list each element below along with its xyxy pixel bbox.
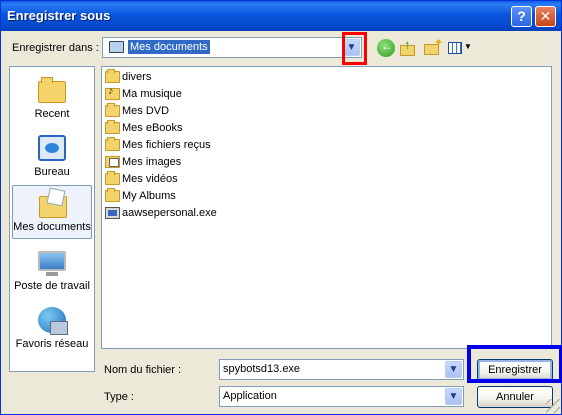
back-icon[interactable]: ← bbox=[377, 39, 395, 57]
filetype-label: Type : bbox=[104, 391, 134, 403]
cancel-button[interactable]: Annuler bbox=[477, 386, 553, 408]
place-mes-documents[interactable]: Mes documents bbox=[12, 185, 92, 239]
file-name: Mes DVD bbox=[122, 105, 170, 117]
folder-icon bbox=[105, 137, 120, 151]
file-name: divers bbox=[122, 71, 152, 83]
folder-icon bbox=[105, 171, 120, 185]
filetype-select[interactable]: Application ▼ bbox=[219, 386, 464, 407]
places-bar: Recent Bureau Mes documents Poste de tra… bbox=[9, 66, 95, 372]
file-name: Mes vidéos bbox=[122, 173, 178, 185]
place-recent[interactable]: Recent bbox=[12, 73, 92, 127]
up-folder-icon[interactable]: ↑ bbox=[399, 37, 417, 57]
exe-file-icon bbox=[105, 207, 120, 219]
place-label: Bureau bbox=[34, 166, 70, 178]
chevron-down-icon[interactable]: ▼ bbox=[445, 361, 462, 378]
filetype-value: Application bbox=[223, 390, 277, 402]
save-as-dialog: Enregistrer sous ? ✕ Enregistrer dans : … bbox=[0, 0, 562, 415]
images-folder-icon bbox=[105, 156, 120, 168]
resize-grip[interactable] bbox=[546, 399, 560, 413]
folder-icon bbox=[105, 69, 120, 83]
filename-value: spybotsd13.exe bbox=[223, 363, 301, 375]
lookin-value: Mes documents bbox=[128, 40, 210, 54]
save-highlight-box bbox=[467, 345, 562, 383]
place-label: Favoris réseau bbox=[15, 338, 89, 350]
my-documents-icon bbox=[109, 41, 124, 53]
help-button[interactable]: ? bbox=[511, 6, 532, 27]
folder-icon bbox=[105, 188, 120, 202]
file-name: Mes fichiers reçus bbox=[122, 139, 211, 151]
new-folder-icon[interactable]: ✦ bbox=[423, 37, 443, 57]
place-favoris-reseau[interactable]: Favoris réseau bbox=[12, 303, 92, 357]
file-name: Ma musique bbox=[122, 88, 182, 100]
folder-icon bbox=[105, 103, 120, 117]
desktop-icon bbox=[38, 135, 66, 161]
window-title: Enregistrer sous bbox=[7, 8, 111, 23]
folder-icon bbox=[105, 120, 120, 134]
lookin-label: Enregistrer dans : bbox=[12, 42, 99, 54]
place-bureau[interactable]: Bureau bbox=[12, 131, 92, 185]
close-button[interactable]: ✕ bbox=[535, 6, 556, 27]
my-documents-icon bbox=[39, 196, 67, 218]
place-label: Recent bbox=[34, 108, 70, 120]
place-label: Mes documents bbox=[13, 221, 91, 233]
filename-label: Nom du fichier : bbox=[104, 364, 182, 376]
recent-folder-icon bbox=[38, 77, 66, 103]
view-menu-icon[interactable]: ▼ bbox=[447, 39, 472, 57]
my-computer-icon bbox=[38, 251, 66, 276]
file-name: aawsepersonal.exe bbox=[122, 207, 217, 219]
file-name: Mes images bbox=[122, 156, 182, 168]
filename-field[interactable]: spybotsd13.exe ▼ bbox=[219, 359, 464, 380]
file-list[interactable]: divers Ma musique Mes DVD Mes eBooks Mes… bbox=[101, 66, 552, 349]
music-folder-icon bbox=[105, 85, 120, 100]
place-label: Poste de travail bbox=[14, 280, 90, 292]
file-name: Mes eBooks bbox=[122, 122, 183, 134]
file-name: My Albums bbox=[122, 190, 176, 202]
network-places-icon bbox=[38, 307, 68, 335]
dropdown-highlight-box bbox=[342, 32, 367, 65]
chevron-down-icon[interactable]: ▼ bbox=[445, 388, 462, 405]
title-bar[interactable]: Enregistrer sous ? ✕ bbox=[1, 1, 561, 31]
lookin-dropdown[interactable]: Mes documents ▼ bbox=[102, 37, 362, 58]
place-poste-de-travail[interactable]: Poste de travail bbox=[12, 245, 92, 299]
